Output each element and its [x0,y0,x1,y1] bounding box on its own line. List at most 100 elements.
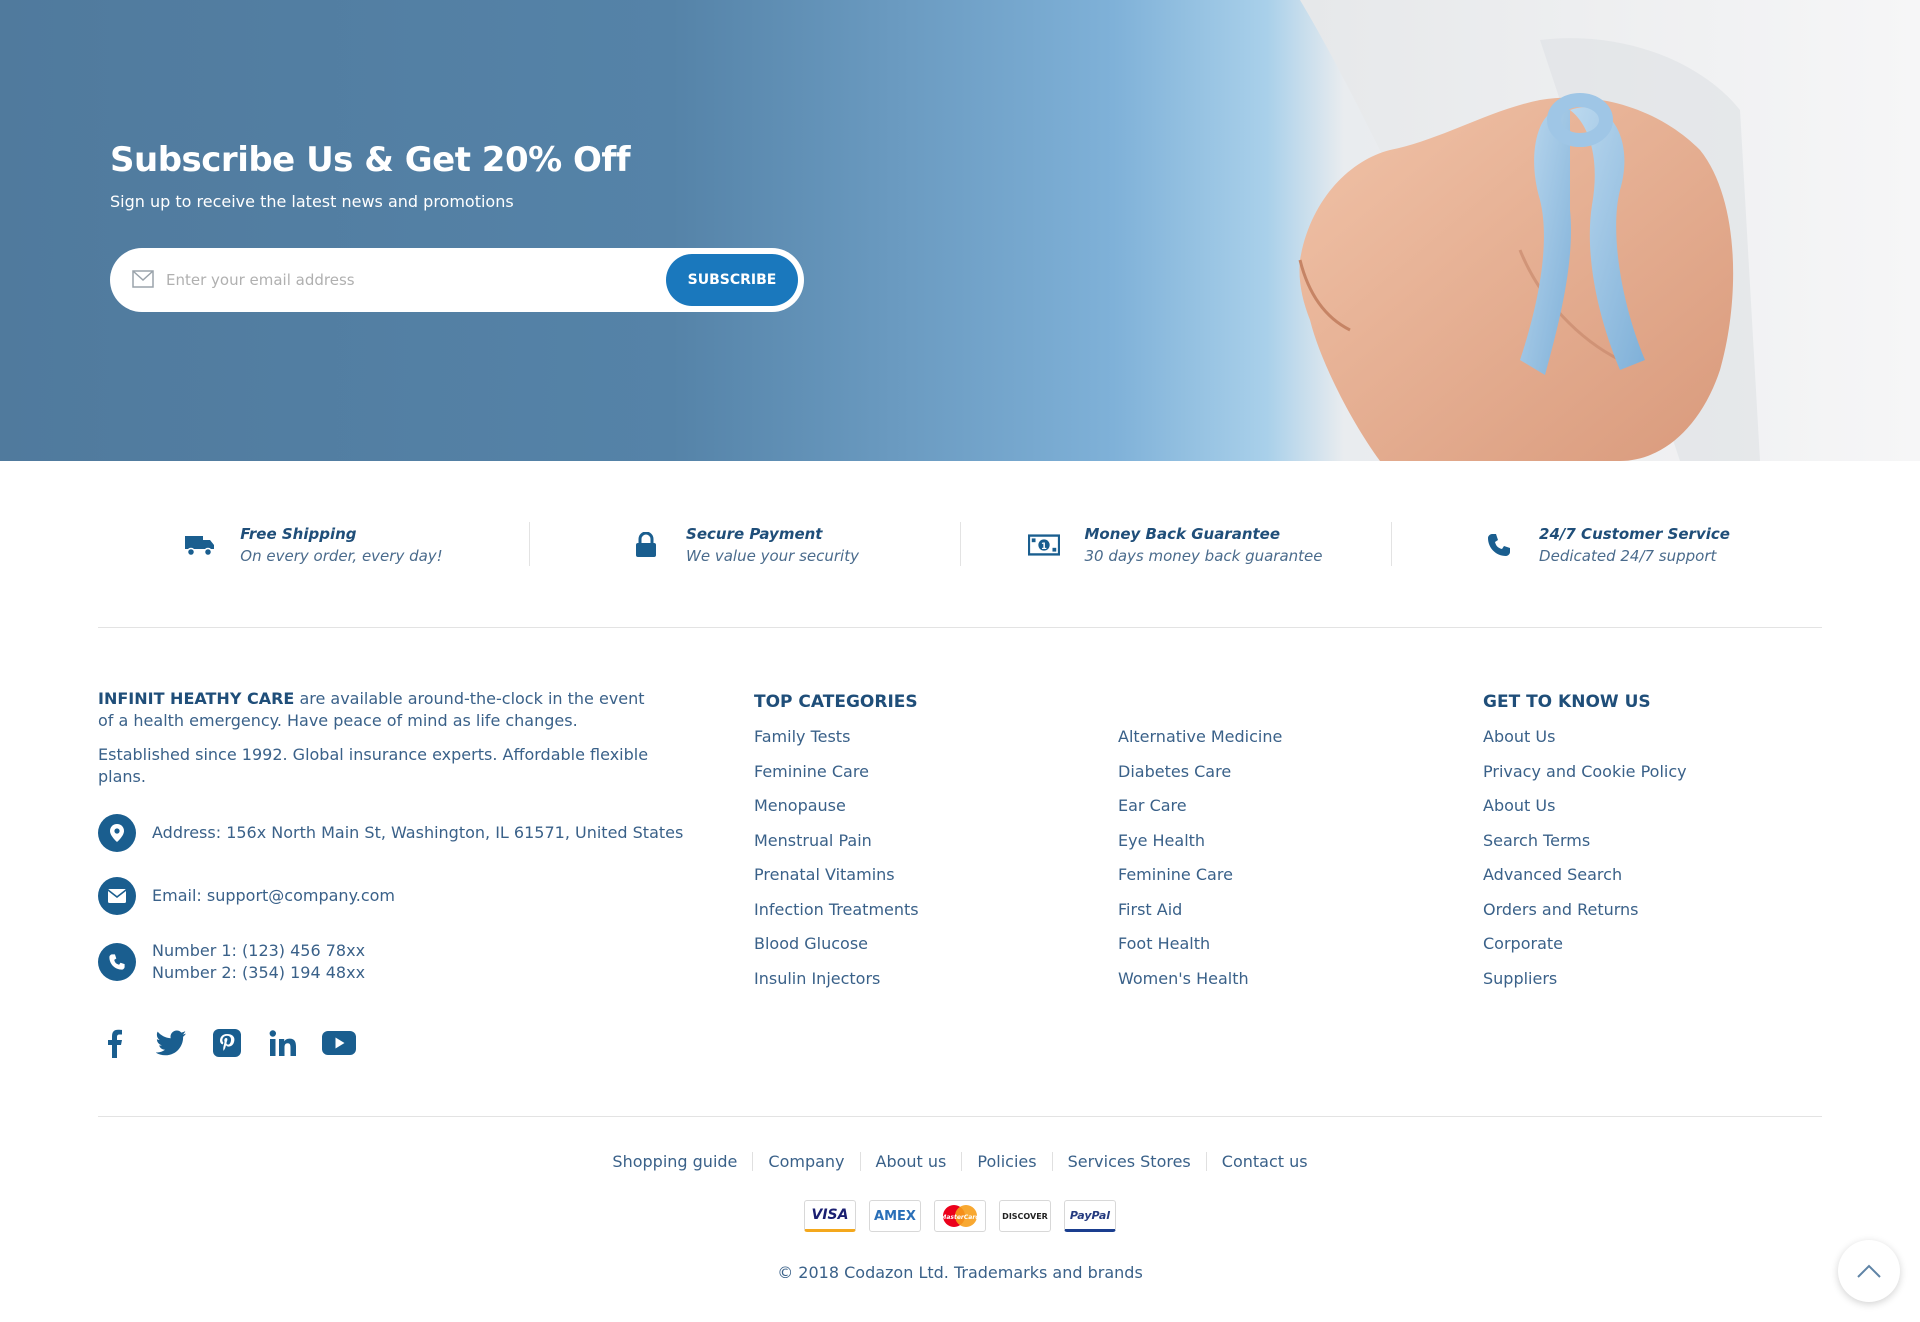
category-link[interactable]: Diabetes Care [1118,762,1231,781]
feature-title: Free Shipping [240,525,357,543]
list-item: Foot Health [1118,934,1282,969]
get-to-know-title: GET TO KNOW US [1483,692,1651,712]
bottom-link-about-us[interactable]: About us [859,1152,962,1171]
list-item: Family Tests [754,727,919,762]
subscribe-banner: Subscribe Us & Get 20% Off Sign up to re… [0,0,1920,461]
truck-icon [184,529,216,561]
info-link[interactable]: Orders and Returns [1483,900,1639,919]
discover-icon: DISCOVER [999,1200,1051,1232]
twitter-icon[interactable] [154,1026,188,1060]
category-link[interactable]: Ear Care [1118,796,1187,815]
category-link[interactable]: Feminine Care [754,762,869,781]
info-link[interactable]: Suppliers [1483,969,1557,988]
subscribe-form: SUBSCRIBE [110,248,804,312]
category-link[interactable]: Family Tests [754,727,850,746]
features-bar: Free Shipping On every order, every day!… [98,500,1822,590]
feature-free-shipping: Free Shipping On every order, every day! [98,500,529,590]
top-categories-list-2: Alternative Medicine Diabetes Care Ear C… [1118,727,1282,1003]
feature-secure-payment: Secure Payment We value your security [529,500,960,590]
envelope-icon [98,877,136,915]
category-link[interactable]: Menstrual Pain [754,831,872,850]
list-item: Infection Treatments [754,900,919,935]
list-item: Insulin Injectors [754,969,919,1004]
facebook-icon[interactable] [98,1026,132,1060]
list-item: Suppliers [1483,969,1687,1004]
feature-desc: Dedicated 24/7 support [1539,547,1717,565]
bottom-link-company[interactable]: Company [752,1152,859,1171]
address-text: Address: 156x North Main St, Washington,… [152,823,684,842]
info-link[interactable]: Corporate [1483,934,1563,953]
feature-money-back: 1 Money Back Guarantee 30 days money bac… [960,500,1391,590]
chevron-up-icon [1857,1264,1881,1278]
linkedin-icon[interactable] [266,1026,300,1060]
list-item: Orders and Returns [1483,900,1687,935]
back-to-top-button[interactable] [1838,1240,1900,1302]
payment-methods: VISA AMEX MasterCard DISCOVER PayPal [0,1200,1920,1232]
feature-title: Money Back Guarantee [1084,525,1281,543]
feature-desc: 30 days money back guarantee [1084,547,1323,565]
bottom-link-shopping-guide[interactable]: Shopping guide [597,1152,752,1171]
paypal-icon: PayPal [1064,1200,1116,1232]
social-links [98,1026,356,1060]
map-pin-icon [98,814,136,852]
feature-desc: On every order, every day! [240,547,443,565]
svg-text:MasterCard: MasterCard [940,1214,980,1221]
email-text: Email: support@company.com [152,886,396,905]
contact-email: Email: support@company.com [98,877,395,915]
category-link[interactable]: Prenatal Vitamins [754,865,895,884]
feature-desc: We value your security [686,547,859,565]
ribbon-hand-image [1298,0,1920,461]
list-item: Corporate [1483,934,1687,969]
list-item: Ear Care [1118,796,1282,831]
divider [98,627,1822,628]
category-link[interactable]: Blood Glucose [754,934,868,953]
info-link[interactable]: Search Terms [1483,831,1590,850]
bottom-link-policies[interactable]: Policies [961,1152,1051,1171]
list-item: Eye Health [1118,831,1282,866]
info-link[interactable]: About Us [1483,727,1555,746]
banner-title: Subscribe Us & Get 20% Off [110,140,631,180]
category-link[interactable]: Foot Health [1118,934,1210,953]
category-link[interactable]: Feminine Care [1118,865,1233,884]
list-item: Menopause [754,796,919,831]
copyright-text: © 2018 Codazon Ltd. Trademarks and brand… [777,1263,1143,1282]
info-link[interactable]: About Us [1483,796,1555,815]
about-text-2: Established since 1992. Global insurance… [98,745,649,786]
bottom-link-services-stores[interactable]: Services Stores [1051,1152,1206,1171]
list-item: Advanced Search [1483,865,1687,900]
category-link[interactable]: Menopause [754,796,846,815]
amex-icon: AMEX [869,1200,921,1232]
category-link[interactable]: Infection Treatments [754,900,919,919]
phone-number-2: Number 2: (354) 194 48xx [152,963,366,982]
top-categories-title: TOP CATEGORIES [754,692,918,712]
list-item: Search Terms [1483,831,1687,866]
category-link[interactable]: Insulin Injectors [754,969,880,988]
lock-icon [630,529,662,561]
pinterest-icon[interactable] [210,1026,244,1060]
email-input[interactable] [166,260,646,300]
visa-icon: VISA [804,1200,856,1232]
list-item: Feminine Care [1118,865,1282,900]
subscribe-button[interactable]: SUBSCRIBE [666,254,798,306]
bottom-link-contact-us[interactable]: Contact us [1205,1152,1323,1171]
divider [98,1116,1822,1117]
about-section: INFINIT HEATHY CARE are available around… [98,688,658,788]
phone-number-1: Number 1: (123) 456 78xx [152,941,366,960]
info-link[interactable]: Advanced Search [1483,865,1622,884]
list-item: Feminine Care [754,762,919,797]
phone-icon [98,943,136,981]
category-link[interactable]: Women's Health [1118,969,1249,988]
list-item: Women's Health [1118,969,1282,1004]
contact-phone: Number 1: (123) 456 78xx Number 2: (354)… [98,940,365,984]
category-link[interactable]: Eye Health [1118,831,1205,850]
youtube-icon[interactable] [322,1026,356,1060]
mastercard-icon: MasterCard [934,1200,986,1232]
info-link[interactable]: Privacy and Cookie Policy [1483,762,1687,781]
category-link[interactable]: Alternative Medicine [1118,727,1282,746]
mail-icon [132,270,154,288]
brand-name: INFINIT HEATHY CARE [98,689,295,708]
phone-icon [1483,529,1515,561]
about-text-1: INFINIT HEATHY CARE are available around… [98,688,658,732]
category-link[interactable]: First Aid [1118,900,1182,919]
svg-text:1: 1 [1042,541,1048,551]
